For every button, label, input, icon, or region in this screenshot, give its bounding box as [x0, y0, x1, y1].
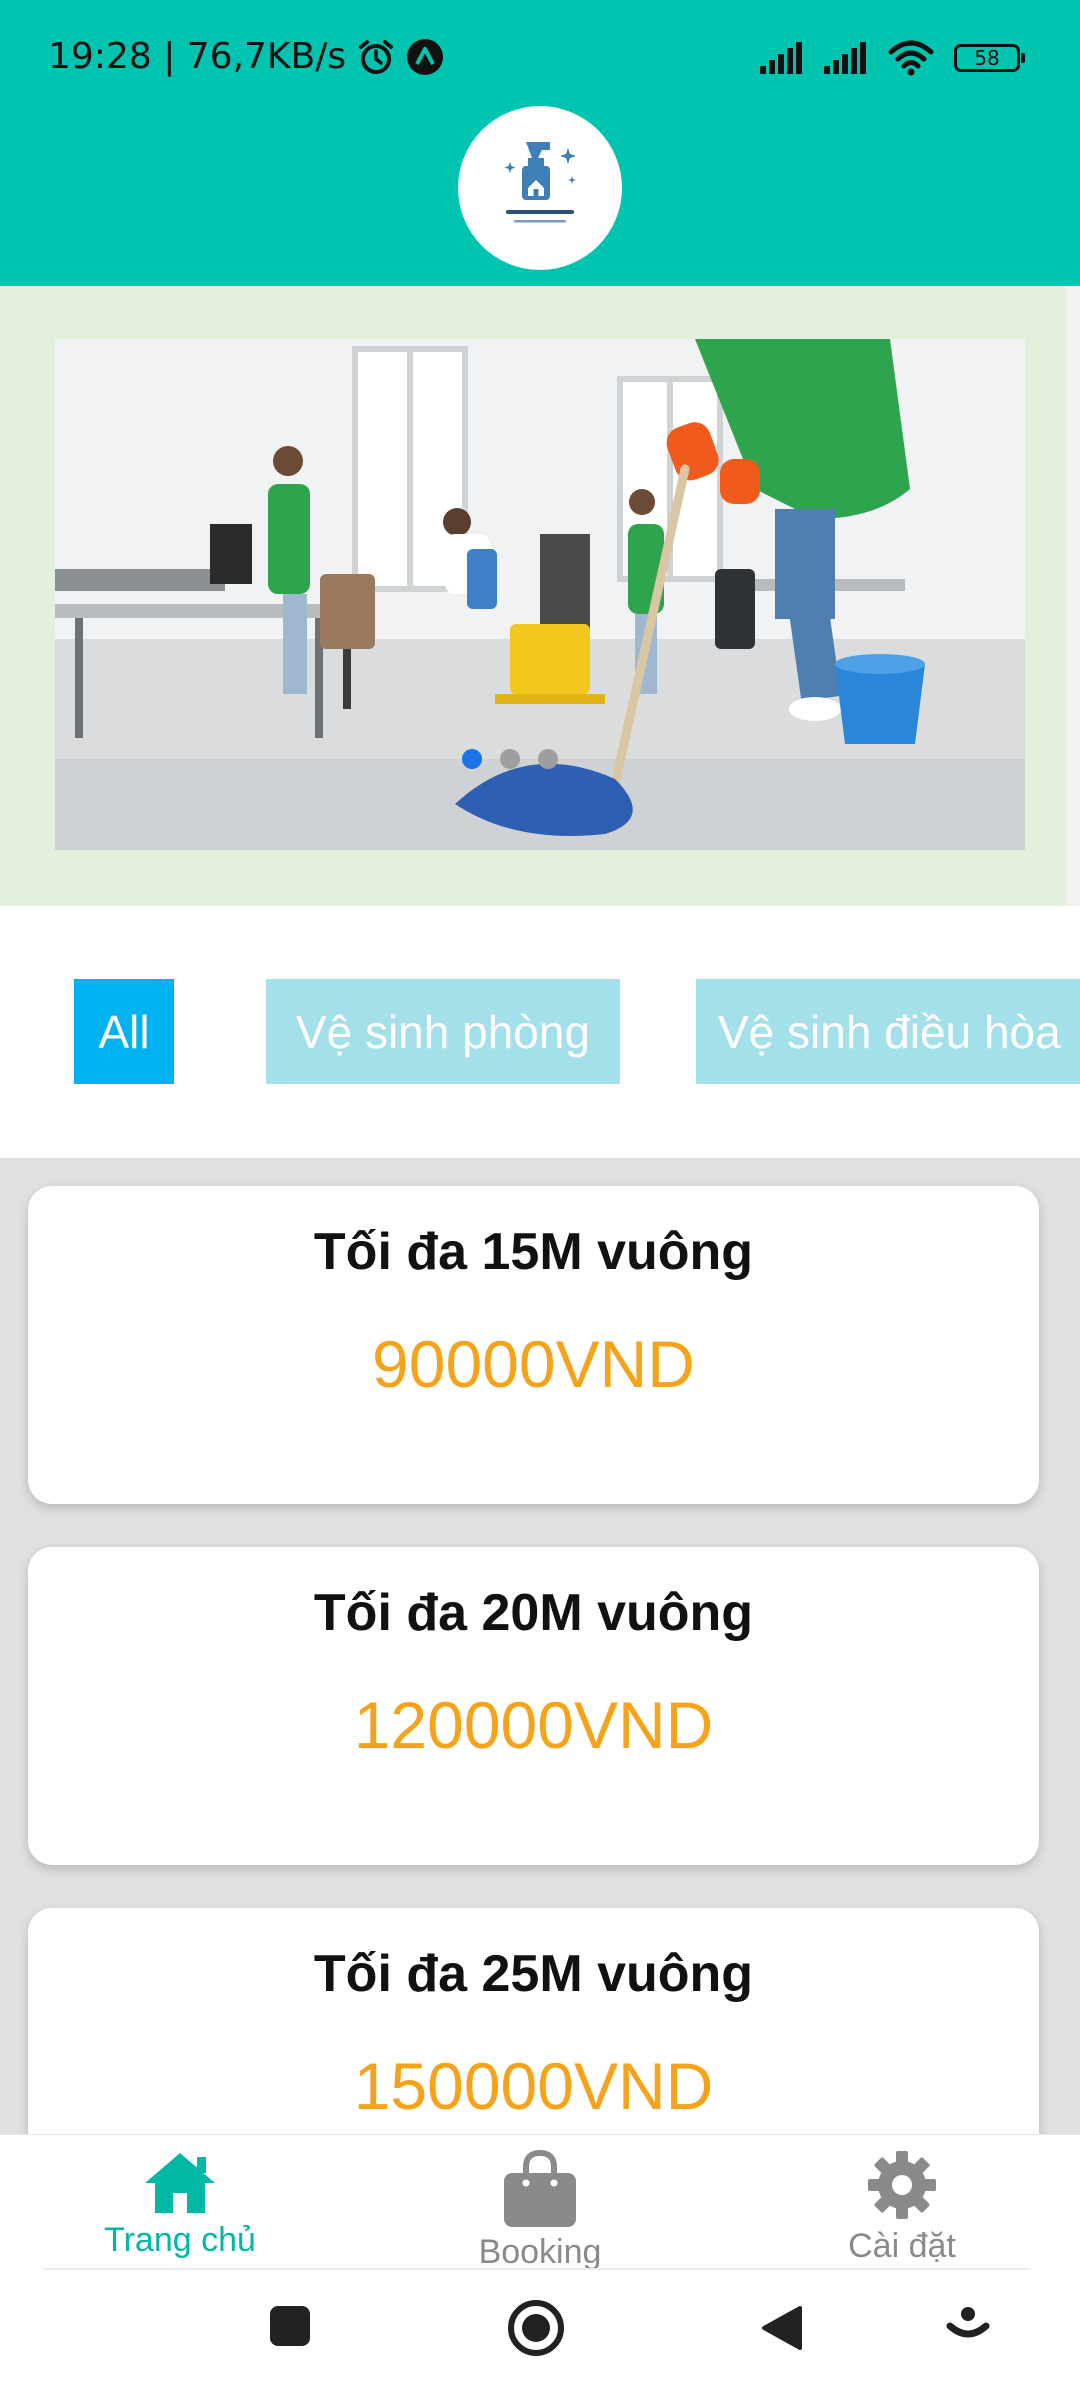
- bottom-navigation: Trang chủ Booking Cài đặt: [0, 2134, 1080, 2271]
- status-speed: 76,7KB/s: [186, 36, 347, 77]
- carousel-dot[interactable]: [500, 749, 520, 769]
- gear-icon: [868, 2151, 936, 2219]
- package-card[interactable]: Tối đa 20M vuông 120000VND: [28, 1547, 1039, 1865]
- app-notification-icon: [406, 38, 444, 76]
- package-title: Tối đa 15M vuông: [313, 1223, 754, 1281]
- status-separator: |: [151, 36, 187, 77]
- carousel-dot[interactable]: [538, 749, 558, 769]
- filter-chip-label: All: [98, 1005, 150, 1058]
- signal-icon: [760, 42, 810, 74]
- spray-bottle-house-logo: [504, 142, 576, 223]
- filter-chip-room-cleaning[interactable]: Vệ sinh phòng: [266, 979, 620, 1084]
- package-price: 120000VND: [353, 1688, 714, 1762]
- alarm-icon: [356, 37, 396, 77]
- battery-icon: 58: [954, 44, 1025, 72]
- carousel-dot[interactable]: [462, 749, 482, 769]
- package-card[interactable]: Tối đa 15M vuông 90000VND: [28, 1186, 1039, 1504]
- package-card[interactable]: Tối đa 25M vuông 150000VND: [28, 1908, 1039, 2134]
- package-title: Tối đa 20M vuông: [313, 1584, 754, 1642]
- package-price: 90000VND: [372, 1327, 695, 1401]
- status-time: 19:28: [48, 36, 152, 77]
- banner-scrollbar: [1066, 286, 1080, 906]
- nav-label-settings: Cài đặt: [848, 2227, 956, 2265]
- banner-carousel[interactable]: [55, 339, 1025, 850]
- app-logo: [458, 106, 622, 270]
- package-price: 150000VND: [353, 2049, 714, 2123]
- package-title: Tối đa 25M vuông: [313, 1945, 754, 2003]
- carousel-dots: [462, 749, 576, 769]
- home-icon: [145, 2153, 215, 2213]
- shopping-bag-icon: [504, 2149, 576, 2227]
- nav-item-booking[interactable]: Booking: [420, 2149, 660, 2272]
- filter-chip-all[interactable]: All: [74, 979, 174, 1084]
- wifi-icon: [888, 40, 934, 76]
- nav-item-settings[interactable]: Cài đặt: [782, 2149, 1022, 2266]
- home-circle-icon[interactable]: [506, 2298, 566, 2358]
- system-navigation-bar: [0, 2270, 1080, 2400]
- status-right: 58: [746, 40, 1025, 76]
- nav-label-home: Trang chủ: [104, 2221, 256, 2259]
- service-package-list[interactable]: Tối đa 15M vuông 90000VND Tối đa 20M vuô…: [0, 1158, 1080, 2134]
- cleaning-team-photo: [55, 339, 1025, 850]
- app-header: 19:28 | 76,7KB/s 58: [0, 0, 1080, 286]
- nav-label-booking: Booking: [478, 2233, 602, 2271]
- filter-chip-label: Vệ sinh phòng: [295, 1005, 591, 1058]
- nav-item-home[interactable]: Trang chủ: [60, 2149, 300, 2260]
- signal-icon: [824, 42, 874, 74]
- back-triangle-icon[interactable]: [760, 2304, 804, 2352]
- status-bar: 19:28 | 76,7KB/s 58: [0, 0, 1080, 120]
- battery-level: 58: [974, 46, 1000, 70]
- status-left: 19:28 | 76,7KB/s: [48, 36, 444, 77]
- recents-square-icon[interactable]: [268, 2304, 312, 2348]
- category-filter-bar: All Vệ sinh phòng Vệ sinh điều hòa: [0, 906, 1080, 1158]
- filter-chip-label: Vệ sinh điều hòa: [718, 1005, 1061, 1058]
- assistant-icon[interactable]: [946, 2304, 990, 2348]
- filter-chip-ac-cleaning[interactable]: Vệ sinh điều hòa: [696, 979, 1080, 1084]
